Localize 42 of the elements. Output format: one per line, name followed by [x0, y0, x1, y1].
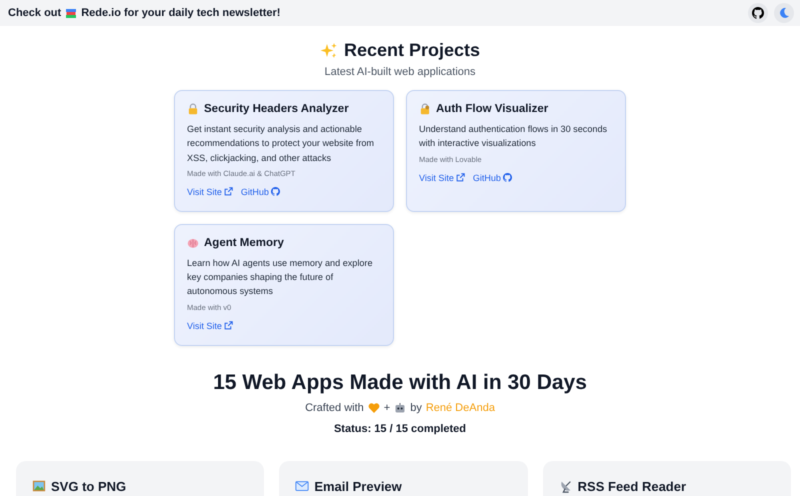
- app-title: RSS Feed Reader: [578, 478, 686, 494]
- github-link[interactable]: GitHub: [240, 186, 280, 197]
- app-title: SVG to PNG: [51, 478, 126, 494]
- heart-icon: [368, 402, 380, 414]
- github-icon: [270, 187, 280, 196]
- by-text: by: [410, 402, 422, 414]
- plus-text: +: [384, 402, 390, 414]
- section-subtitle: Latest AI-built web applications: [323, 66, 477, 78]
- project-description: Understand authentication flows in 30 seconds with interactive visualizations: [419, 123, 608, 150]
- project-title: Agent Memory: [204, 236, 284, 249]
- app-title: Email Preview: [314, 478, 402, 494]
- visit-site-link[interactable]: Visit Site: [187, 320, 233, 331]
- page-heading: 15 Web Apps Made with AI in 30 Days: [212, 370, 588, 395]
- section-title: Recent Projects: [344, 40, 480, 61]
- status-text: Status: 15 / 15 completed: [332, 422, 468, 435]
- project-description: Learn how AI agents use memory and explore key companies shaping the future of autonomous systems: [187, 256, 374, 298]
- sparkles-icon: [320, 42, 338, 60]
- github-icon: [502, 173, 512, 182]
- robot-icon: [394, 402, 406, 414]
- framed-picture-icon: [32, 479, 46, 494]
- crafted-text: Crafted with: [305, 402, 364, 414]
- github-button[interactable]: [748, 3, 768, 23]
- external-link-icon: [224, 321, 233, 330]
- external-link-icon: [224, 187, 233, 196]
- project-description: Get instant security analysis and actionable recommendations to protect your website from XSS, clickjacking, and other attacks: [187, 123, 376, 165]
- theme-toggle-button[interactable]: [774, 3, 794, 23]
- moon-icon: [778, 7, 790, 19]
- project-title: Auth Flow Visualizer: [436, 103, 548, 115]
- satellite-antenna-icon: [558, 479, 573, 494]
- project-title: Security Headers Analyzer: [204, 103, 349, 115]
- github-link[interactable]: GitHub: [472, 172, 512, 183]
- banner-text: Check out: [8, 7, 62, 19]
- newsletter-link[interactable]: Rede.io for your daily tech newsletter!: [81, 7, 280, 19]
- padlock-icon: [187, 103, 199, 115]
- envelope-icon: [295, 479, 310, 494]
- external-link-icon: [456, 173, 465, 182]
- visit-site-link[interactable]: Visit Site: [187, 186, 233, 197]
- brain-icon: [187, 236, 199, 249]
- github-icon: [752, 7, 764, 19]
- padlock-key-icon: [419, 103, 431, 115]
- books-icon: [65, 7, 78, 19]
- visit-site-link[interactable]: Visit Site: [419, 172, 465, 183]
